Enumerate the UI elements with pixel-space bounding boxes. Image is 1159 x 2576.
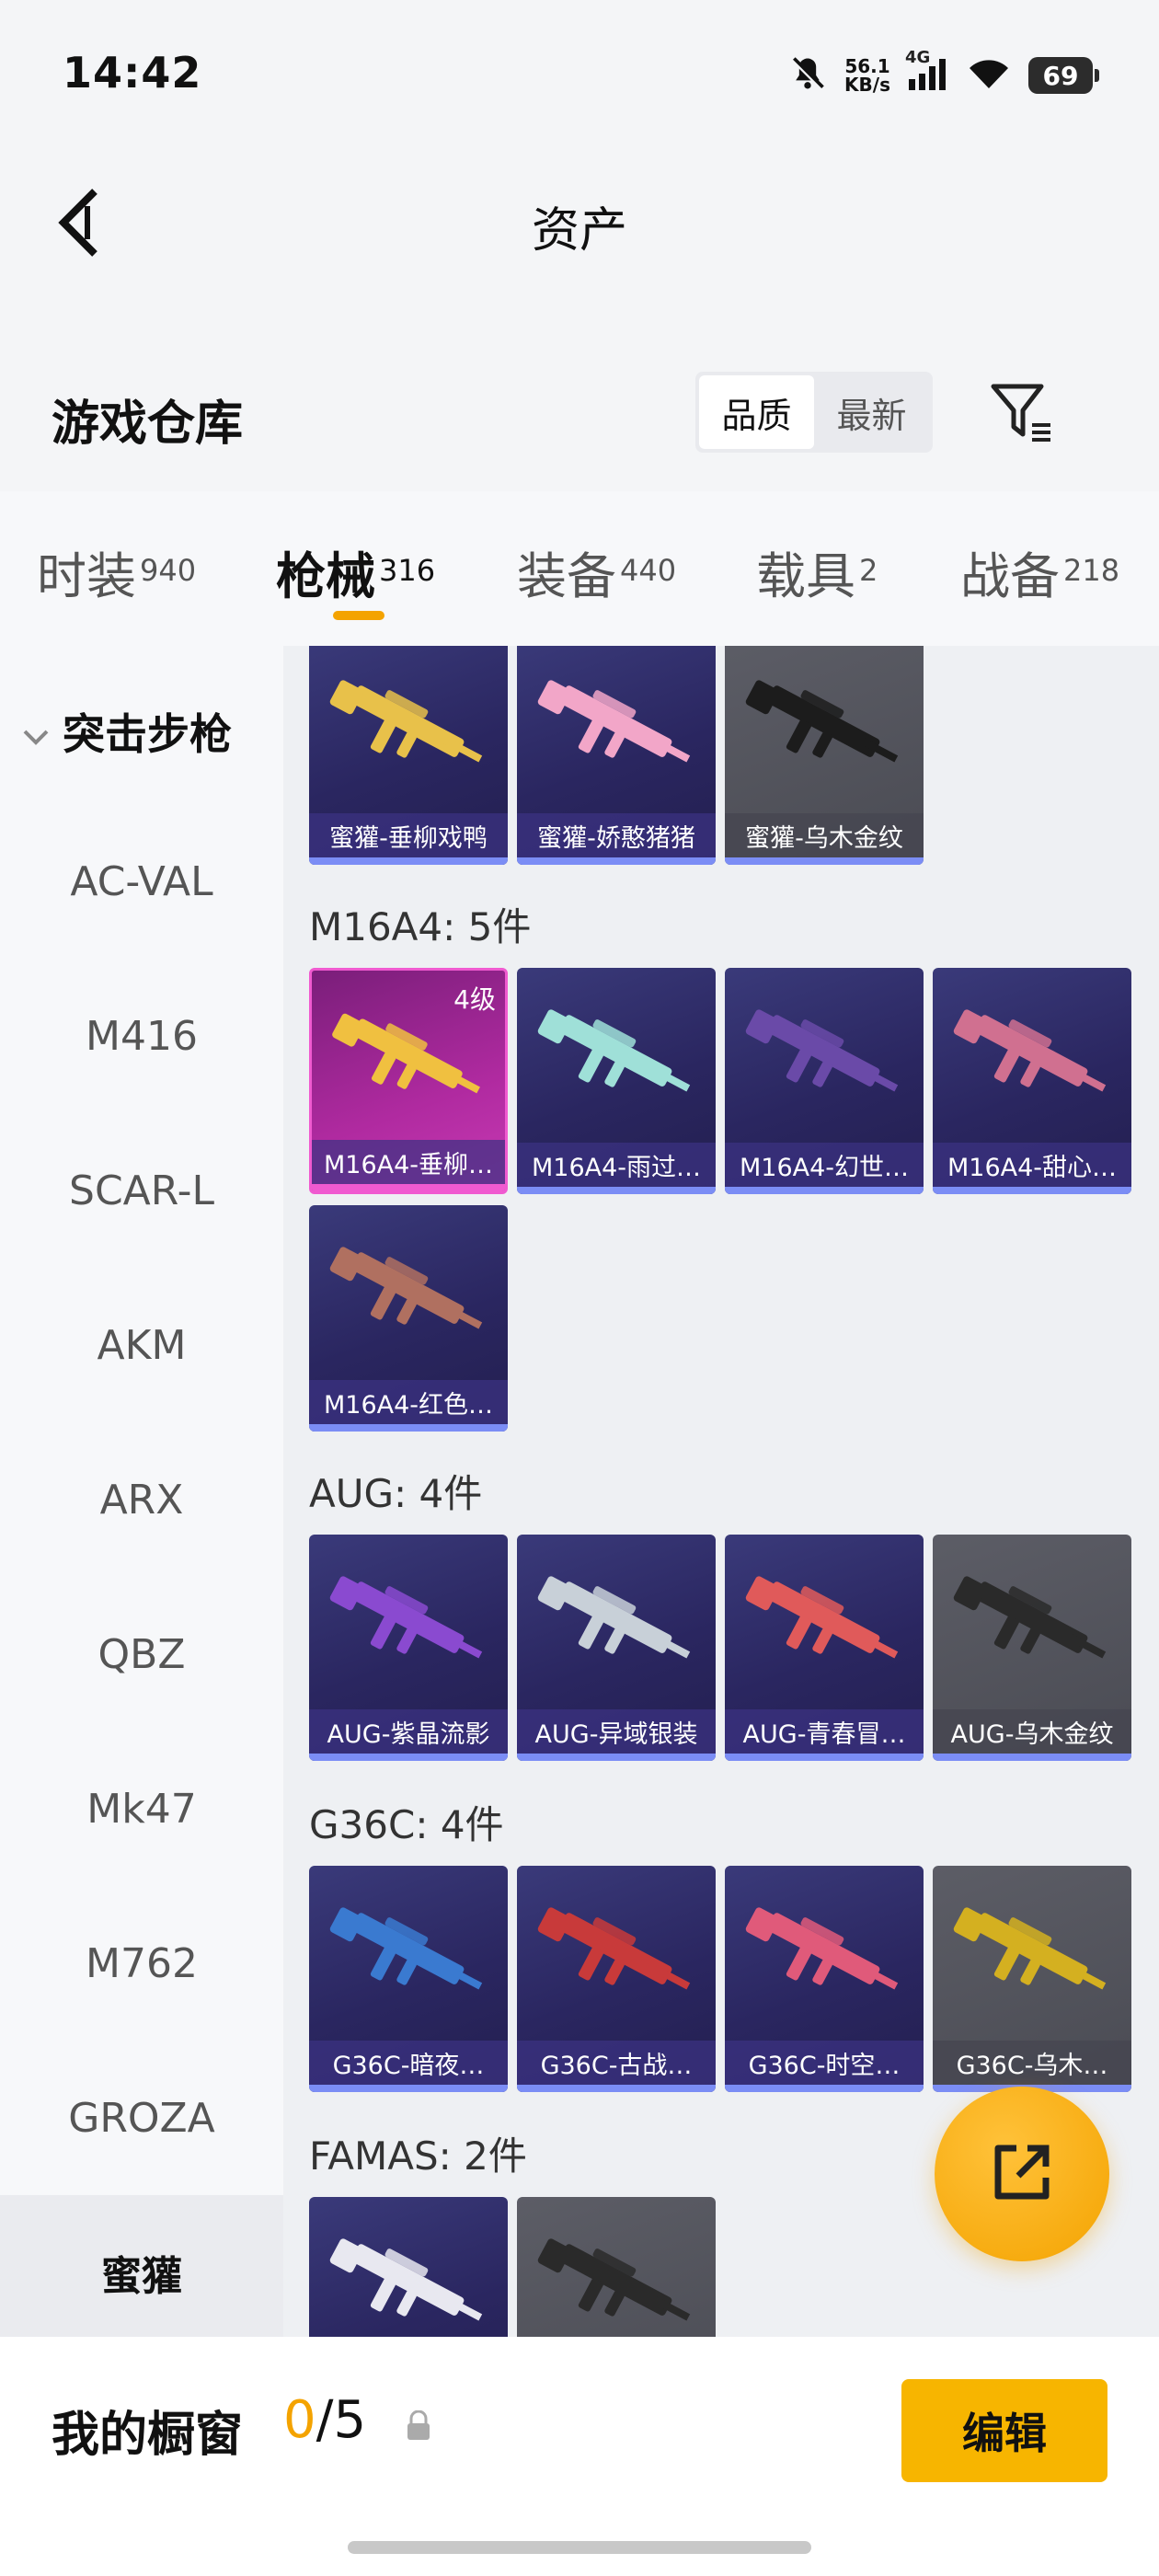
skin-card[interactable]: AUG-紫晶流影 (309, 1535, 508, 1761)
showcase-count: 0/5 (283, 2390, 367, 2450)
tab-vehicles[interactable]: 载具 2 (756, 535, 878, 608)
showcase-title: 我的橱窗 (52, 2408, 244, 2463)
lock-icon (405, 2409, 432, 2445)
skin-name: M16A4-甜心… (933, 1143, 1131, 1187)
tab-supplies[interactable]: 战备 218 (960, 535, 1119, 608)
skin-card[interactable]: 4级 M16A4-垂柳… (309, 968, 508, 1194)
skin-card[interactable]: G36C-时空… (725, 1866, 924, 2092)
sort-latest-option[interactable]: 最新 (814, 375, 929, 449)
skin-card[interactable]: AUG-青春冒… (725, 1535, 924, 1761)
rarity-bar (933, 1754, 1131, 1761)
skin-name: G36C-时空… (725, 2041, 924, 2085)
skin-name: AUG-紫晶流影 (309, 1709, 508, 1754)
weapon-type-sidebar: 突击步枪 AC-VAL M416 SCAR-L AKM ARX QBZ Mk47… (0, 646, 283, 2337)
rarity-bar (309, 1754, 508, 1761)
sidebar-item-qbz[interactable]: QBZ (0, 1577, 283, 1731)
skin-card[interactable]: G36C-古战… (517, 1866, 716, 2092)
rarity-bar (517, 1754, 716, 1761)
skin-name: M16A4-红色… (309, 1380, 508, 1424)
sidebar-item-honey-badger[interactable]: 蜜獾 (0, 2195, 283, 2337)
skin-card[interactable]: AUG-乌木金纹 (933, 1535, 1131, 1761)
skin-name: M16A4-幻世… (725, 1143, 924, 1187)
skin-card[interactable]: M16A4-幻世… (725, 968, 924, 1194)
sidebar-item-m416[interactable]: M416 (0, 959, 283, 1113)
skin-name: 蜜獾-乌木金纹 (725, 813, 924, 857)
skin-name: G36C-古战… (517, 2041, 716, 2085)
section-title: AUG: 4件 (309, 1471, 483, 1516)
edit-button[interactable]: 编辑 (901, 2379, 1107, 2482)
skin-card[interactable]: 蜜獾-娇憨猪猪 (517, 646, 716, 865)
home-indicator[interactable] (348, 2541, 811, 2554)
rarity-bar (517, 1187, 716, 1194)
sidebar-item-scar-l[interactable]: SCAR-L (0, 1113, 283, 1268)
chevron-down-icon (22, 707, 50, 756)
skin-card[interactable]: G36C-暗夜… (309, 1866, 508, 2092)
tab-equipment[interactable]: 装备 440 (517, 535, 676, 608)
tab-weapons[interactable]: 枪械 316 (276, 535, 435, 608)
rarity-bar (517, 857, 716, 865)
header: 资产 (0, 147, 1159, 304)
skin-card[interactable]: AUG-异域银装 (517, 1535, 716, 1761)
skin-card[interactable] (309, 2197, 508, 2337)
skin-name: 蜜獾-娇憨猪猪 (517, 813, 716, 857)
signal-icon: 4G (905, 48, 949, 96)
page-title: 资产 (531, 203, 627, 259)
wifi-icon (966, 55, 1012, 96)
sidebar-item-akm[interactable]: AKM (0, 1268, 283, 1422)
skin-card[interactable]: M16A4-雨过… (517, 968, 716, 1194)
sort-quality-option[interactable]: 品质 (699, 375, 814, 449)
rarity-bar (725, 857, 924, 865)
skin-card[interactable]: G36C-乌木… (933, 1866, 1131, 2092)
sidebar-item-mk47[interactable]: Mk47 (0, 1731, 283, 1886)
active-tab-indicator (333, 611, 384, 620)
showcase-bar: 我的橱窗 0/5 编辑 (0, 2337, 1159, 2576)
tab-fashion[interactable]: 时装 940 (37, 535, 196, 608)
skin-card[interactable] (517, 2197, 716, 2337)
net-speed: 56.1 KB/s (844, 55, 890, 96)
rarity-bar (517, 2085, 716, 2092)
rarity-bar (309, 1424, 508, 1432)
share-external-icon (985, 2135, 1059, 2213)
skin-name: G36C-暗夜… (309, 2041, 508, 2085)
battery-indicator: 69 (1028, 57, 1099, 94)
rarity-bar (312, 1184, 505, 1191)
sidebar-item-arx[interactable]: ARX (0, 1422, 283, 1577)
sidebar-item-groza[interactable]: GROZA (0, 2041, 283, 2195)
status-bar: 14:42 56.1 KB/s 4G 69 (0, 0, 1159, 147)
status-time: 14:42 (63, 48, 202, 98)
skin-name: G36C-乌木… (933, 2041, 1131, 2085)
skin-grid: 蜜獾-垂柳戏鸭 蜜獾-娇憨猪猪 蜜獾-乌木金纹 M16A4: 5件 4级 M16A4-垂柳… (283, 646, 1159, 2337)
skin-name: AUG-乌木金纹 (933, 1709, 1131, 1754)
rarity-bar (725, 1187, 924, 1194)
sidebar-item-m762[interactable]: M762 (0, 1886, 283, 2041)
skin-name: M16A4-雨过… (517, 1143, 716, 1187)
skin-card[interactable]: 蜜獾-垂柳戏鸭 (309, 646, 508, 865)
category-tabs: 时装 940 枪械 316 装备 440 载具 2 战备 218 (0, 491, 1159, 646)
skin-name: 蜜獾-垂柳戏鸭 (309, 813, 508, 857)
skin-card[interactable]: M16A4-红色… (309, 1205, 508, 1432)
skin-card[interactable]: 蜜獾-乌木金纹 (725, 646, 924, 865)
skin-card[interactable]: M16A4-甜心… (933, 968, 1131, 1194)
skin-name: AUG-青春冒… (725, 1709, 924, 1754)
share-floating-button[interactable] (935, 2087, 1109, 2261)
sort-toggle: 品质 最新 (695, 372, 933, 453)
sidebar-item-ac-val[interactable]: AC-VAL (0, 804, 283, 959)
section-title: FAMAS: 2件 (309, 2133, 527, 2179)
rarity-bar (309, 857, 508, 865)
rarity-bar (309, 2085, 508, 2092)
rarity-bar (725, 1754, 924, 1761)
mute-bell-icon (787, 53, 828, 98)
rarity-bar (933, 1187, 1131, 1194)
filter-button[interactable] (984, 377, 1058, 451)
section-title: G36C: 4件 (309, 1802, 504, 1847)
rarity-bar (725, 2085, 924, 2092)
section-title: M16A4: 5件 (309, 904, 532, 949)
filter-icon (988, 379, 1054, 449)
status-icons: 56.1 KB/s 4G 69 (787, 48, 1099, 101)
skin-name: M16A4-垂柳… (312, 1140, 505, 1184)
skin-level-badge: 4级 (453, 984, 496, 1015)
skin-name: AUG-异域银装 (517, 1709, 716, 1754)
warehouse-title: 游戏仓库 (52, 397, 244, 452)
sidebar-group-assault-rifle[interactable]: 突击步枪 (22, 701, 232, 762)
